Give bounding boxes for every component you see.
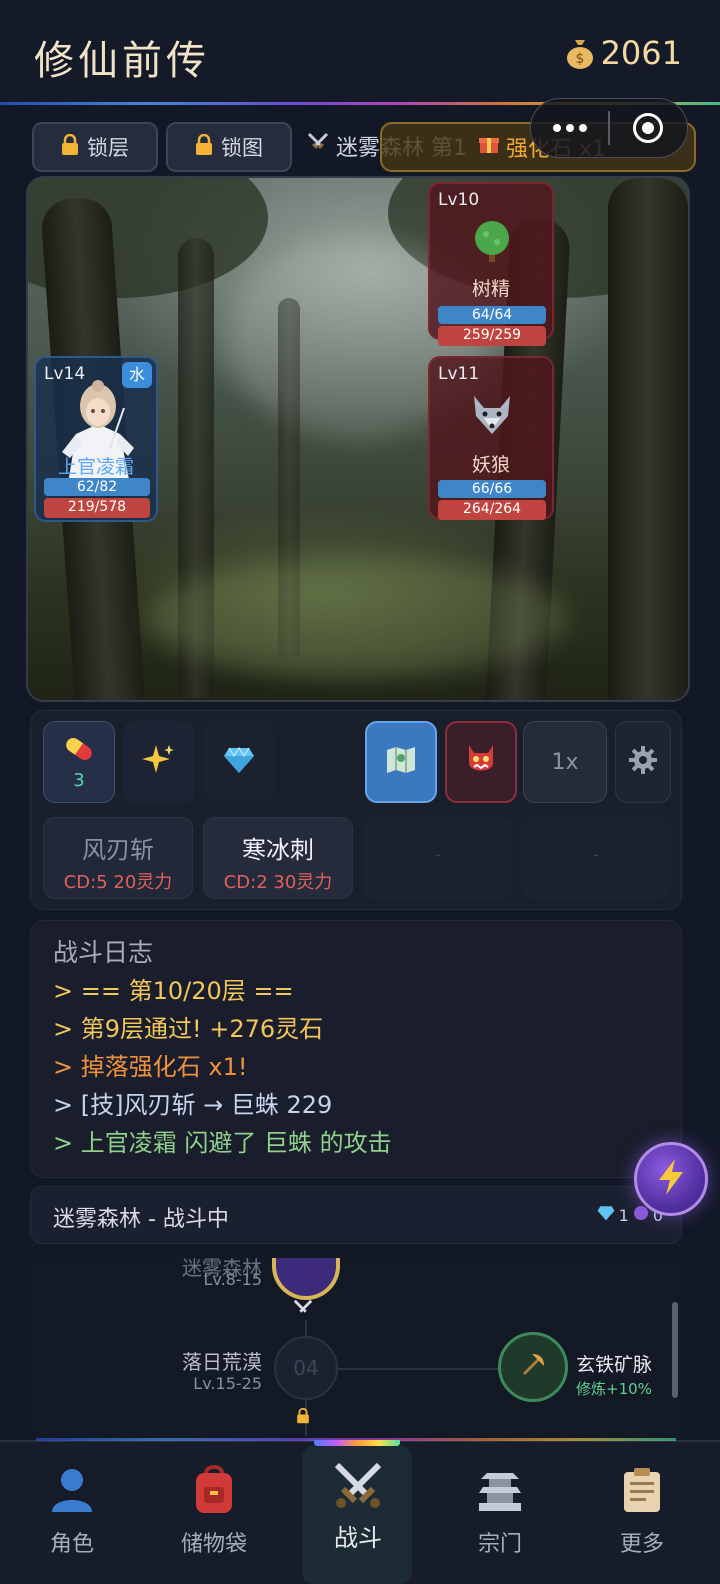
auto-battle-button[interactable] [634, 1142, 708, 1216]
wolf-icon [470, 394, 514, 440]
log-line: > 上官凌霜 闪避了 巨蛛 的攻击 [53, 1129, 392, 1157]
gem-button[interactable] [203, 721, 275, 803]
coin-count: 2061 [600, 34, 682, 72]
oni-mask-icon [465, 743, 497, 781]
enemy-card-demon-wolf[interactable]: Lv11 妖狼 66/66 264/264 [428, 356, 554, 520]
region-map: 迷雾森林 Lv.8-15 落日荒漠 Lv.15-25 04 玄铁矿脉 修炼+10… [30, 1258, 682, 1436]
nav-storage-bag[interactable]: 储物袋 [142, 1440, 286, 1584]
log-line: > 第9层通过! +276灵石 [53, 1015, 324, 1043]
action-panel: 3 1x 风刃斩 CD:5 20灵力 寒冰刺 CD:2 30灵力 - - [30, 710, 682, 910]
mine-node[interactable] [498, 1332, 568, 1402]
pill-count: 3 [73, 769, 85, 791]
map-node-level: Lv.15-25 [193, 1374, 262, 1393]
money-bag-icon: $ [565, 36, 595, 70]
pill-icon [61, 734, 97, 768]
backpack-icon [186, 1462, 242, 1518]
skill-slot-empty[interactable]: - [521, 817, 671, 899]
diamond-icon [597, 1205, 615, 1225]
map-scrollbar[interactable] [672, 1302, 678, 1398]
log-line: > 掉落强化石 x1! [53, 1053, 248, 1081]
nav-character[interactable]: 角色 [0, 1440, 144, 1584]
demon-button[interactable] [445, 721, 517, 803]
mine-bonus: 修炼+10% [576, 1380, 652, 1398]
enemy-card-tree-spirit[interactable]: Lv10 树精 64/64 259/259 [428, 182, 554, 346]
locked-region-node[interactable]: 04 [274, 1336, 338, 1400]
sparkle-icon [142, 743, 176, 781]
lock-floor-button[interactable]: 锁层 [32, 122, 158, 172]
app-title: 修仙前传 [34, 38, 210, 84]
lock-icon [296, 1407, 310, 1428]
status-bar: 迷雾森林 - 战斗中 1 0 [30, 1186, 682, 1244]
skill-slot-empty[interactable]: - [363, 817, 513, 899]
lock-map-label: 锁图 [221, 136, 263, 160]
skill-slot-ice-thorn[interactable]: 寒冰刺 CD:2 30灵力 [203, 817, 353, 899]
status-text: 迷雾森林 - 战斗中 [53, 1207, 229, 1232]
battle-log: 战斗日志 > == 第10/20层 == > 第9层通过! +276灵石 > 掉… [30, 920, 682, 1178]
diamond-icon [223, 746, 255, 778]
settings-button[interactable] [615, 721, 671, 803]
pickaxe-icon [518, 1350, 548, 1384]
tree-icon [472, 218, 512, 268]
gift-icon [478, 133, 500, 161]
sparkle-button[interactable] [123, 721, 195, 803]
battle-scene: Lv10 树精 64/64 259/259 Lv11 妖狼 66/66 264/… [26, 176, 690, 702]
gear-icon [628, 745, 658, 779]
lightning-icon [655, 1158, 687, 1200]
lock-map-button[interactable]: 锁图 [166, 122, 292, 172]
speed-button[interactable]: 1x [523, 721, 607, 803]
hero-card[interactable]: Lv14 水 上官凌霜 62/82 219/578 [34, 356, 158, 522]
log-line: > == 第10/20层 == [53, 977, 294, 1005]
character-icon [44, 1462, 100, 1518]
coin-display: $ 2061 [565, 34, 682, 72]
lock-floor-label: 锁层 [87, 136, 129, 160]
map-button[interactable] [365, 721, 437, 803]
current-region-node[interactable] [272, 1258, 340, 1300]
crossed-swords-icon [330, 1458, 386, 1514]
skill-slot-wind-blade[interactable]: 风刃斩 CD:5 20灵力 [43, 817, 193, 899]
close-miniprogram-button[interactable] [610, 99, 687, 157]
clipboard-icon [614, 1462, 670, 1518]
map-node-name: 落日荒漠 [182, 1350, 262, 1374]
orb-icon [633, 1205, 649, 1225]
svg-text:$: $ [575, 51, 584, 67]
nav-sect[interactable]: 宗门 [428, 1440, 572, 1584]
nav-more[interactable]: 更多 [570, 1440, 714, 1584]
map-icon [385, 746, 417, 778]
log-line: > [技]风刃斩 → 巨蛛 229 [53, 1091, 333, 1119]
battle-log-title: 战斗日志 [53, 938, 154, 967]
nav-battle[interactable]: 战斗 [286, 1440, 430, 1584]
pill-button[interactable]: 3 [43, 721, 115, 803]
lock-icon [195, 133, 213, 161]
miniprogram-capsule [530, 98, 688, 158]
mine-name: 玄铁矿脉 [576, 1354, 653, 1376]
map-node-level: Lv.8-15 [203, 1270, 262, 1289]
lock-icon [61, 133, 79, 161]
more-options-button[interactable] [531, 99, 608, 157]
crossed-swords-icon [306, 131, 330, 161]
pagoda-icon [472, 1462, 528, 1518]
crossed-swords-icon [292, 1298, 314, 1324]
